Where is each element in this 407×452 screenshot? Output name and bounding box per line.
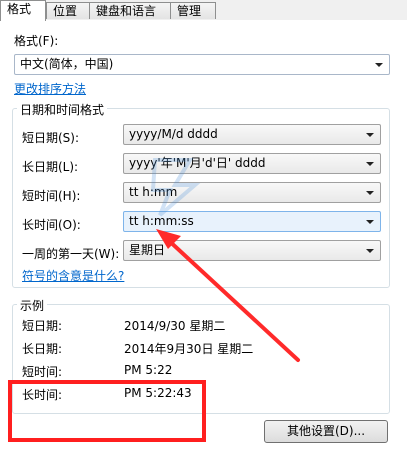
chevron-down-icon: [375, 63, 383, 67]
tab-format[interactable]: 格式: [0, 0, 46, 21]
short-time-label: 短时间(H):: [22, 189, 81, 203]
example-short-time-label: 短时间:: [22, 365, 63, 379]
chevron-down-icon: [366, 133, 374, 137]
long-time-label: 长时间(O):: [22, 218, 81, 232]
long-date-select[interactable]: yyyy'年'M'月'd'日' dddd: [123, 153, 381, 174]
tab-bar: 格式 位置 键盘和语言 管理: [0, 0, 407, 21]
first-day-value: 星期日: [129, 243, 166, 257]
tab-administrative[interactable]: 管理: [170, 2, 216, 19]
short-time-value: tt h:mm: [129, 185, 178, 199]
chevron-down-icon: [366, 162, 374, 166]
change-sort-link[interactable]: 更改排序方法: [14, 80, 86, 97]
format-panel: 格式(F): 中文(简体，中国) 更改排序方法 日期和时间格式 短日期(S): …: [0, 20, 407, 452]
long-date-value: yyyy'年'M'月'd'日' dddd: [129, 156, 266, 170]
chevron-down-icon: [366, 249, 374, 253]
long-time-select[interactable]: tt h:mm:ss: [123, 211, 381, 232]
example-short-time-value: PM 5:22: [124, 363, 173, 377]
first-day-label: 一周的第一天(W):: [22, 247, 120, 261]
short-date-label: 短日期(S):: [22, 131, 80, 145]
short-date-select[interactable]: yyyy/M/d dddd: [123, 124, 381, 145]
datetime-group-title: 日期和时间格式: [17, 101, 108, 118]
tab-location[interactable]: 位置: [46, 2, 90, 19]
other-settings-button[interactable]: 其他设置(D)...: [264, 420, 388, 443]
short-date-value: yyyy/M/d dddd: [129, 127, 218, 141]
example-long-date-label: 长日期:: [22, 342, 63, 356]
long-date-label: 长日期(L):: [22, 160, 79, 174]
example-long-date-value: 2014年9月30日 星期二: [124, 342, 254, 356]
example-short-date-label: 短日期:: [22, 319, 63, 333]
long-time-value: tt h:mm:ss: [129, 214, 194, 228]
format-select-value: 中文(简体，中国): [20, 57, 114, 71]
tab-keyboard-language[interactable]: 键盘和语言: [89, 2, 171, 19]
format-label: 格式(F):: [14, 34, 59, 48]
chevron-down-icon: [366, 191, 374, 195]
highlight-box: [8, 380, 206, 442]
example-group-title: 示例: [17, 297, 48, 314]
first-day-select[interactable]: 星期日: [123, 240, 381, 261]
example-short-date-value: 2014/9/30 星期二: [124, 319, 226, 333]
chevron-down-icon: [366, 220, 374, 224]
format-select[interactable]: 中文(简体，中国): [14, 54, 390, 75]
symbols-meaning-link[interactable]: 符号的含意是什么?: [22, 267, 124, 284]
region-format-dialog: 格式 位置 键盘和语言 管理 格式(F): 中文(简体，中国) 更改排序方法 日…: [0, 0, 407, 452]
short-time-select[interactable]: tt h:mm: [123, 182, 381, 203]
